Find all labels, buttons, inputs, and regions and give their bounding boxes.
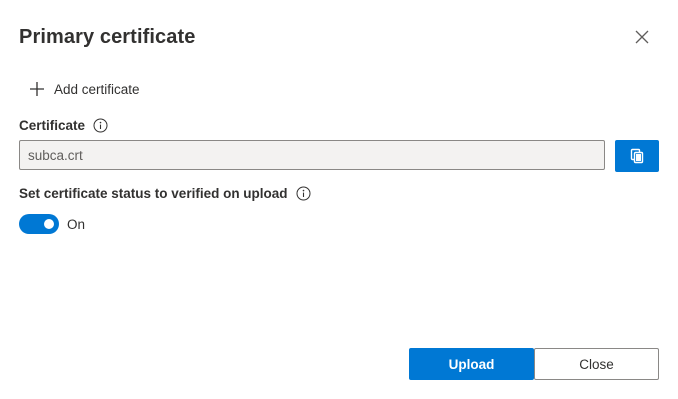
toggle-knob xyxy=(44,219,54,229)
toggle-state-label: On xyxy=(67,216,86,232)
plus-icon xyxy=(28,80,46,98)
close-icon xyxy=(635,30,649,44)
dialog-title: Primary certificate xyxy=(19,26,196,48)
copy-icon xyxy=(630,148,644,164)
copy-button[interactable] xyxy=(615,140,659,172)
upload-button[interactable]: Upload xyxy=(409,348,534,380)
close-button[interactable]: Close xyxy=(534,348,659,380)
verify-label-row: Set certificate status to verified on up… xyxy=(19,186,311,201)
info-icon[interactable] xyxy=(296,186,311,201)
certificate-label: Certificate xyxy=(19,118,86,133)
close-dialog-button[interactable] xyxy=(629,24,655,50)
certificate-file-field[interactable] xyxy=(19,140,605,170)
add-certificate-button[interactable]: Add certificate xyxy=(28,78,140,100)
verify-toggle[interactable] xyxy=(19,214,59,234)
primary-certificate-dialog: Primary certificate Add certificate Cert… xyxy=(0,0,678,399)
add-certificate-label: Add certificate xyxy=(54,81,140,97)
certificate-label-row: Certificate xyxy=(19,118,108,133)
verify-toggle-row: On xyxy=(19,214,85,234)
verify-status-label: Set certificate status to verified on up… xyxy=(19,186,288,201)
info-icon[interactable] xyxy=(93,118,108,133)
